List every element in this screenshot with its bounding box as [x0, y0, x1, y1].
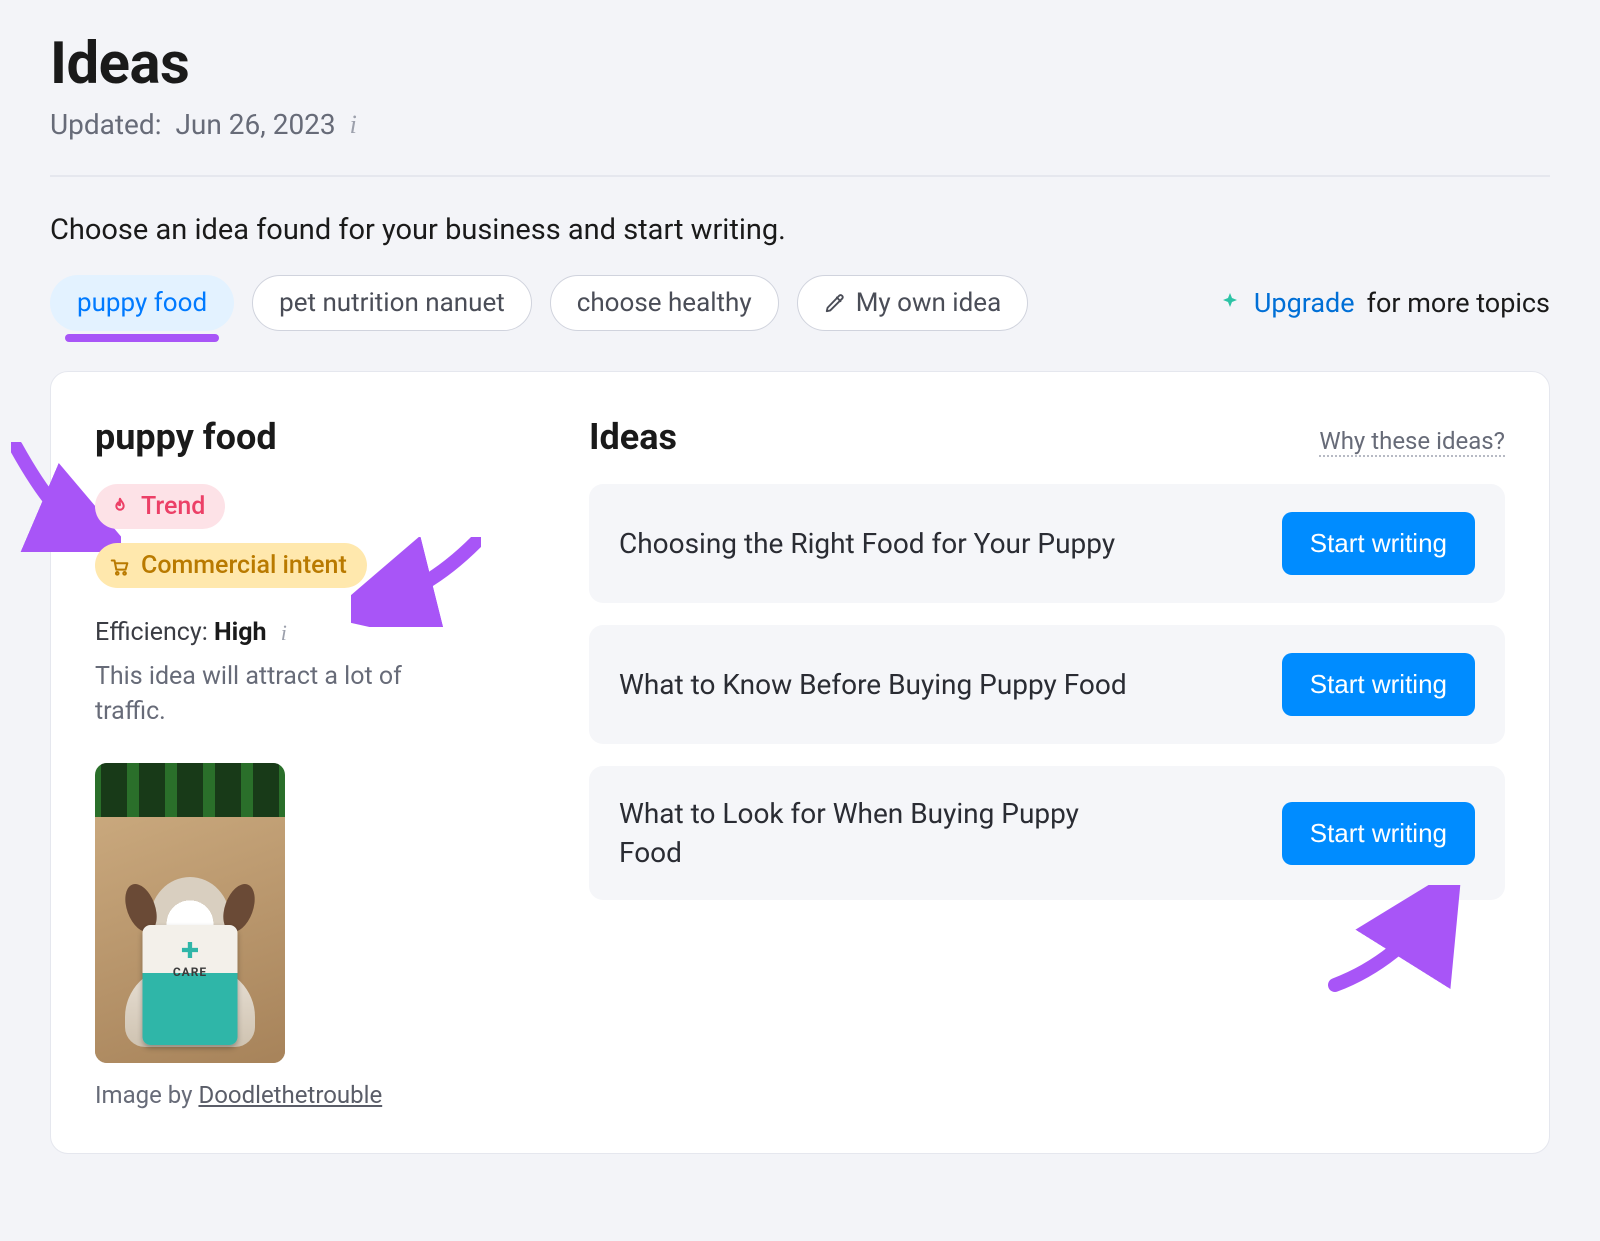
- page-title: Ideas: [50, 30, 1550, 98]
- sparkle-icon: [1218, 291, 1242, 315]
- efficiency-desc: This idea will attract a lot of traffic.: [95, 659, 465, 729]
- flame-icon: [109, 496, 131, 518]
- updated-line: Updated: Jun 26, 2023 i: [50, 108, 1550, 177]
- start-writing-button[interactable]: Start writing: [1282, 802, 1475, 865]
- info-icon[interactable]: i: [281, 620, 287, 645]
- info-icon[interactable]: i: [350, 112, 357, 138]
- trend-label: Trend: [141, 492, 205, 521]
- chip-label: choose healthy: [577, 288, 752, 318]
- topic-title: puppy food: [95, 416, 545, 458]
- intent-label: Commercial intent: [141, 551, 347, 580]
- bag-label: CARE: [173, 965, 207, 979]
- start-writing-button[interactable]: Start writing: [1282, 512, 1475, 575]
- topic-badges: Trend Commercial intent: [95, 484, 545, 588]
- efficiency-label: Efficiency:: [95, 618, 208, 647]
- prompt-text: Choose an idea found for your business a…: [50, 213, 1550, 247]
- efficiency-value: High: [214, 618, 267, 647]
- cart-tag-icon: [109, 555, 131, 577]
- annotation-arrow-start: [1325, 885, 1465, 995]
- start-writing-button[interactable]: Start writing: [1282, 653, 1475, 716]
- topic-left-panel: puppy food Trend Commercial intent Effic…: [95, 416, 545, 1109]
- upgrade-link[interactable]: Upgrade: [1254, 287, 1355, 319]
- idea-row: What to Know Before Buying Puppy Food St…: [589, 625, 1505, 744]
- idea-row: What to Look for When Buying Puppy Food …: [589, 766, 1505, 900]
- idea-text: What to Know Before Buying Puppy Food: [619, 665, 1127, 704]
- idea-row: Choosing the Right Food for Your Puppy S…: [589, 484, 1505, 603]
- trend-badge: Trend: [95, 484, 225, 529]
- ideas-panel: Ideas Why these ideas? Choosing the Righ…: [589, 416, 1505, 1109]
- idea-text: Choosing the Right Food for Your Puppy: [619, 524, 1115, 563]
- credit-link[interactable]: Doodlethetrouble: [198, 1081, 382, 1109]
- credit-prefix: Image by: [95, 1081, 193, 1109]
- topic-image: CARE: [95, 763, 285, 1063]
- updated-prefix: Updated:: [50, 108, 161, 141]
- topic-card: puppy food Trend Commercial intent Effic…: [50, 371, 1550, 1154]
- chip-label: My own idea: [856, 288, 1002, 318]
- efficiency-line: Efficiency: High i: [95, 618, 545, 647]
- chip-pet-nutrition[interactable]: pet nutrition nanuet: [252, 275, 532, 331]
- commercial-intent-badge: Commercial intent: [95, 543, 367, 588]
- pencil-icon: [824, 292, 846, 314]
- upgrade-cta: Upgrade for more topics: [1218, 287, 1550, 319]
- ideas-heading: Ideas: [589, 416, 677, 458]
- image-credit: Image by Doodlethetrouble: [95, 1081, 545, 1109]
- chip-label: puppy food: [77, 288, 207, 318]
- topic-chip-row: puppy food pet nutrition nanuet choose h…: [50, 275, 1550, 331]
- chip-puppy-food[interactable]: puppy food: [50, 275, 234, 331]
- idea-text: What to Look for When Buying Puppy Food: [619, 794, 1139, 872]
- upgrade-suffix: for more topics: [1367, 287, 1550, 319]
- why-these-ideas-link[interactable]: Why these ideas?: [1319, 427, 1505, 457]
- chip-label: pet nutrition nanuet: [279, 288, 505, 318]
- chip-my-own-idea[interactable]: My own idea: [797, 275, 1029, 331]
- chip-choose-healthy[interactable]: choose healthy: [550, 275, 779, 331]
- updated-date: Jun 26, 2023: [175, 108, 335, 141]
